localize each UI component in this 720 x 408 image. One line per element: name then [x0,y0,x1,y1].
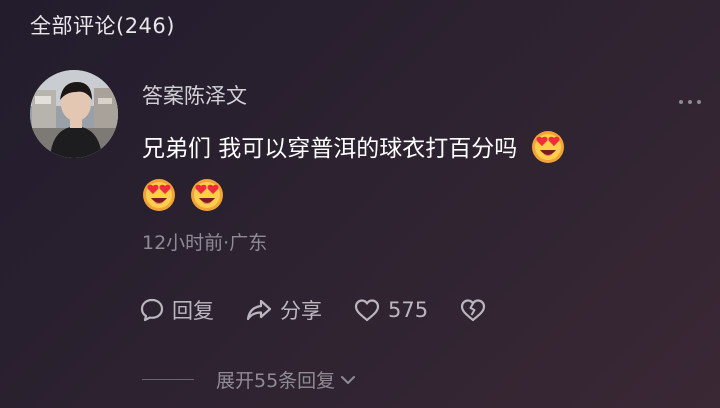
reply-bubble-icon [140,298,164,322]
avatar[interactable] [30,70,118,158]
more-dot-icon [697,100,701,104]
comment-actions: 回复 分享 575 [138,292,524,328]
broken-heart-icon [460,299,486,322]
divider [142,379,194,380]
expand-replies-label: 展开55条回复 [216,370,336,392]
more-dot-icon [679,100,683,104]
chevron-down-icon [341,375,356,384]
reply-button[interactable]: 回复 [138,295,214,325]
like-button[interactable]: 575 [352,296,428,324]
more-dot-icon [688,100,692,104]
heart-eyes-emoji-icon [143,179,175,211]
dislike-button[interactable] [458,296,494,324]
expand-replies[interactable]: 展开55条回复 [142,366,357,393]
heart-eyes-emoji-icon [532,131,565,163]
comment-text: 兄弟们 我可以穿普洱的球衣打百分吗 [142,136,518,162]
reply-label: 回复 [172,299,214,323]
heart-eyes-emoji-icon [191,179,223,211]
share-arrow-icon [246,299,272,321]
like-count: 575 [388,298,429,322]
comments-header-title: 全部评论(246) [30,14,175,38]
comment-meta: 12小时前·广东 [142,232,268,254]
comment-username[interactable]: 答案陈泽文 [142,80,247,110]
share-label: 分享 [280,299,322,323]
comment-body: 兄弟们 我可以穿普洱的球衣打百分吗 [142,125,682,221]
more-options-button[interactable] [672,90,708,114]
share-button[interactable]: 分享 [244,295,322,325]
heart-icon [354,299,380,322]
